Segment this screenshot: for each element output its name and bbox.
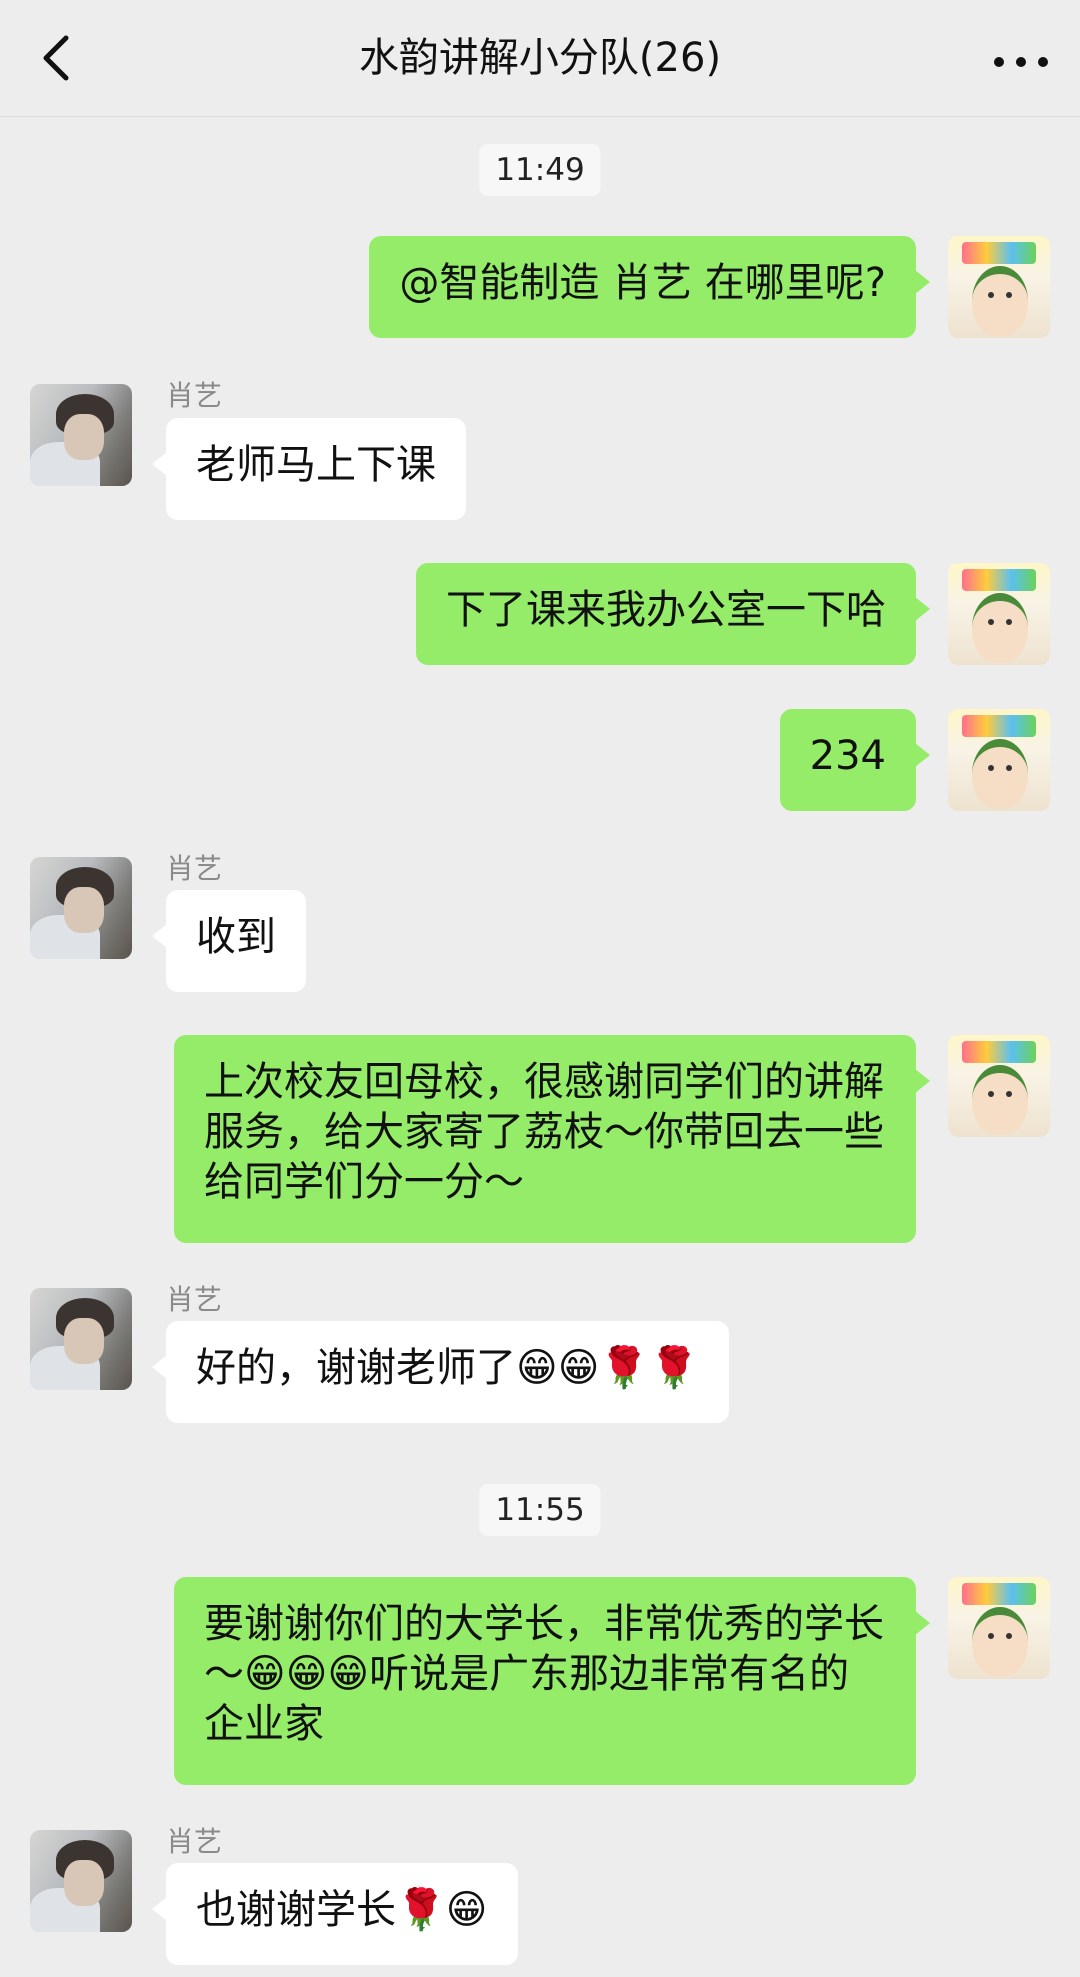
self-avatar[interactable]	[948, 1035, 1050, 1137]
message-bubble-other[interactable]: 老师马上下课	[152, 418, 466, 520]
timestamp: 11:55	[479, 1484, 601, 1536]
chat-title: 水韵讲解小分队(26)	[358, 35, 722, 81]
message-bubble-other[interactable]: 好的，谢谢老师了😁😁🌹🌹	[151, 1321, 730, 1423]
sender-name: 肖艺	[166, 1825, 223, 1858]
self-avatar[interactable]	[948, 709, 1050, 811]
sender-name: 肖艺	[166, 379, 223, 412]
self-avatar[interactable]	[948, 1577, 1050, 1679]
message-bubble-other[interactable]: 也谢谢学长🌹😁	[152, 1863, 518, 1965]
message-bubble-self[interactable]: 下了课来我办公室一下哈	[416, 563, 930, 665]
chat-header: 水韵讲解小分队(26)	[0, 0, 1080, 117]
more-button[interactable]	[992, 40, 1052, 80]
sender-name: 肖艺	[166, 852, 223, 885]
message-bubble-self[interactable]: @智能制造 肖艺 在哪里呢?	[369, 236, 930, 338]
timestamp: 11:49	[479, 144, 601, 196]
sender-name: 肖艺	[166, 1283, 223, 1316]
sender-avatar[interactable]	[30, 1830, 132, 1932]
self-avatar[interactable]	[948, 236, 1050, 338]
message-bubble-self[interactable]: 要谢谢你们的大学长，非常优秀的学长～😁😁😁听说是广东那边非常有名的企业家	[174, 1577, 930, 1785]
self-avatar[interactable]	[948, 563, 1050, 665]
message-bubble-self[interactable]: 上次校友回母校，很感谢同学们的讲解服务，给大家寄了荔枝～你带回去一些给同学们分一…	[174, 1035, 930, 1243]
more-dots-icon	[994, 57, 1004, 67]
message-bubble-other[interactable]: 收到	[152, 890, 306, 992]
sender-avatar[interactable]	[30, 384, 132, 486]
sender-avatar[interactable]	[30, 857, 132, 959]
sender-avatar[interactable]	[30, 1288, 132, 1390]
message-bubble-self[interactable]: 234	[779, 709, 931, 811]
